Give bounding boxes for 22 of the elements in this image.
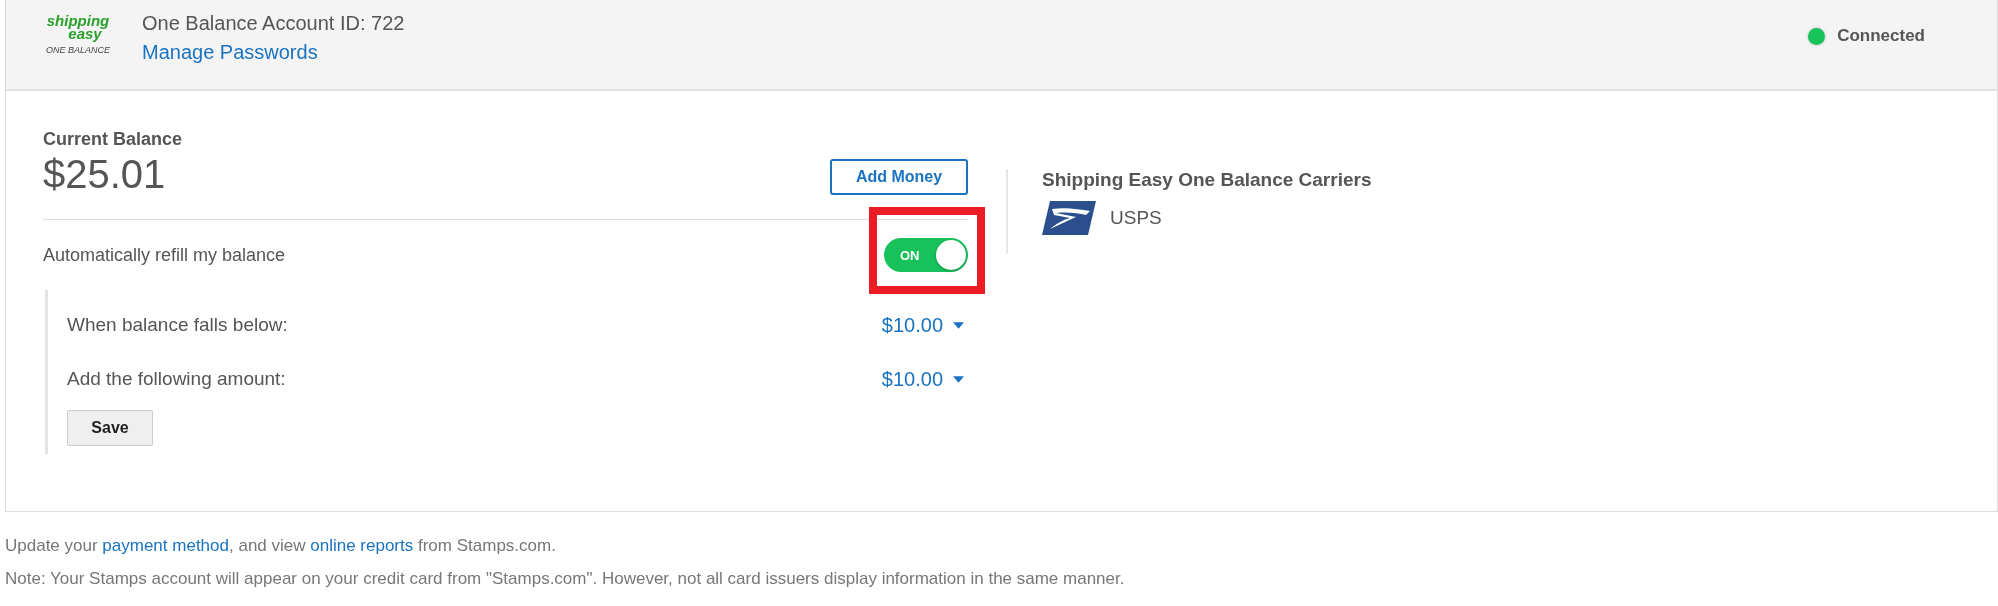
footer-note: Note: Your Stamps account will appear on your credit card from "Stamps.com". However, not all card issuers display information in the same manner.: [5, 569, 1126, 589]
balance-amount: $25.01: [43, 152, 167, 197]
carrier-name: USPS: [1110, 207, 1162, 229]
setting-label: When balance falls below:: [67, 314, 288, 336]
account-id: One Balance Account ID: 722: [142, 12, 405, 35]
amount-dropdown[interactable]: $10.00: [881, 367, 964, 391]
logo: shipping easy ONE BALANCE: [45, 14, 111, 55]
setting-label: Add the following amount:: [67, 368, 286, 390]
balance-label: Current Balance: [43, 129, 183, 150]
eagle-logo-icon: [1042, 201, 1096, 235]
carriers-title: Shipping Easy One Balance Carriers: [1042, 169, 1372, 191]
footer-text: Update your payment method, and view online reports from Stamps.com.: [5, 536, 557, 556]
save-button[interactable]: Save: [67, 410, 153, 446]
footer-link[interactable]: payment method: [102, 536, 229, 555]
caret-icon: [953, 375, 964, 383]
footer-link[interactable]: online reports: [310, 536, 414, 555]
auto-refill-label: Automatically refill my balance: [43, 244, 286, 266]
amount-dropdown[interactable]: $10.00: [881, 313, 964, 337]
manage-passwords-link[interactable]: Manage Passwords: [142, 41, 405, 64]
add-money-button[interactable]: Add Money: [830, 159, 968, 195]
caret-icon: [953, 321, 964, 329]
status-label: Connected: [1837, 26, 1925, 46]
